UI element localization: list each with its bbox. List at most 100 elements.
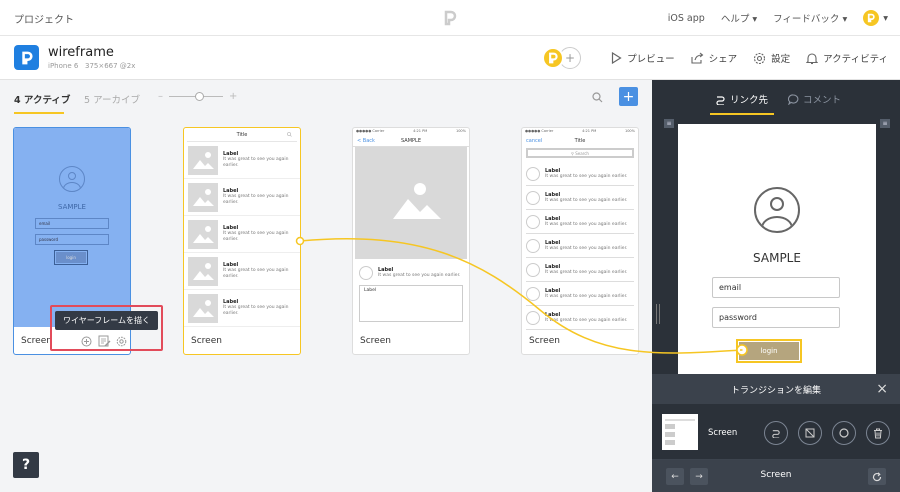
- user-avatar: [863, 10, 880, 26]
- nav-title: Title: [574, 138, 586, 144]
- prott-logo-icon: [443, 10, 457, 26]
- zoom-handle[interactable]: [195, 92, 204, 101]
- list-item: Label It was great to see you again earli…: [184, 253, 300, 290]
- row-text: It was great to see you again earlier.: [223, 305, 289, 316]
- screen-card-4[interactable]: ●●●●● Carrier 4:21 PM 100% cancel Title ⚲ S…: [521, 127, 639, 355]
- top-bar: プロジェクト iOS app ヘルプ ▾ フィードバック ▾ ▾: [0, 0, 900, 36]
- row-text: It was great to see you again earlier.: [545, 293, 628, 299]
- transition-row: Screen: [652, 404, 900, 460]
- zoom-in-button[interactable]: +: [229, 91, 237, 102]
- tab-links[interactable]: リンク先: [715, 92, 768, 106]
- collaborator-avatar[interactable]: [542, 47, 565, 69]
- link-type-button[interactable]: [764, 421, 788, 445]
- image-placeholder-icon: [355, 147, 467, 259]
- menu-icon[interactable]: ≡: [880, 119, 890, 128]
- user-menu[interactable]: ▾: [863, 10, 888, 26]
- search-bar: ⚲ Search: [526, 148, 634, 158]
- transition-title: トランジションを編集: [730, 385, 821, 396]
- screen-thumbnail[interactable]: [662, 414, 698, 450]
- preview-button[interactable]: プレビュー: [611, 51, 675, 65]
- row-text: It was great to see you again earlier.: [545, 269, 628, 275]
- user-menu-caret: ▾: [883, 12, 888, 24]
- password-field: password: [35, 234, 109, 245]
- refresh-icon[interactable]: [868, 468, 886, 485]
- bell-icon: [806, 52, 819, 65]
- device-name: iPhone 6: [48, 62, 79, 70]
- avatar-placeholder-icon: [526, 310, 540, 325]
- menu-icon[interactable]: ≡: [664, 119, 674, 128]
- active-tab-indicator: [14, 112, 64, 114]
- image-placeholder-icon: [188, 219, 218, 249]
- email-field: email: [35, 218, 109, 229]
- settings-label: 設定: [771, 54, 791, 65]
- image-placeholder-icon: [188, 256, 218, 286]
- login-button[interactable]: login: [736, 339, 802, 363]
- row-text: It was great to see you again earlier.: [223, 231, 289, 242]
- sample-text: SAMPLE: [753, 251, 801, 265]
- screen-name[interactable]: Screen: [360, 336, 391, 346]
- share-button[interactable]: シェア: [691, 51, 737, 65]
- zoom-track[interactable]: [169, 92, 223, 101]
- screen-name[interactable]: Screen: [191, 336, 222, 346]
- email-field[interactable]: email: [712, 277, 840, 298]
- tab-comments[interactable]: コメント: [788, 92, 841, 106]
- screen-card-3[interactable]: ●●●●● Carrier 4:21 PM 100% < Back SAMPLE La…: [352, 127, 470, 355]
- activity-button[interactable]: アクティビティ: [806, 51, 888, 65]
- cancel-button: cancel: [526, 138, 543, 144]
- help-button[interactable]: ?: [13, 452, 39, 478]
- tab-active[interactable]: 4 アクティブ: [14, 92, 70, 106]
- image-placeholder-icon: [188, 182, 218, 212]
- project-bar: wireframe iPhone 6 375×667 @2x + プレビュー シ…: [0, 36, 900, 80]
- image-placeholder-icon: [188, 145, 218, 175]
- tooltip: ワイヤーフレームを描く: [55, 311, 159, 330]
- resize-handle[interactable]: [656, 304, 660, 324]
- login-label: login: [739, 342, 799, 360]
- search-placeholder: Search: [575, 150, 589, 156]
- list-item: Label It was great to see you again earli…: [526, 282, 634, 306]
- password-field[interactable]: password: [712, 307, 840, 328]
- avatar-placeholder-icon: [526, 190, 540, 205]
- settings-button[interactable]: 設定: [753, 51, 790, 65]
- row-text: It was great to see you again earlier.: [223, 157, 289, 168]
- avatar-placeholder-icon: [359, 266, 373, 280]
- zoom-out-button[interactable]: –: [158, 91, 163, 102]
- list-item: Label It was great to see you again earli…: [184, 290, 300, 327]
- list-item: Label It was great to see you again earli…: [526, 186, 634, 210]
- active-tab-indicator: [710, 113, 774, 115]
- zoom-slider[interactable]: – +: [158, 91, 237, 102]
- screen-title: Title: [187, 128, 297, 142]
- ios-app-link[interactable]: iOS app: [668, 13, 705, 24]
- play-icon: [611, 52, 622, 64]
- row-text: It was great to see you again earlier.: [545, 197, 628, 203]
- list-item: Label It was great to see you again earli…: [184, 179, 300, 216]
- avatar-placeholder-icon: [59, 166, 85, 192]
- screen-card-2[interactable]: Title Label It was great to see you again…: [183, 127, 301, 355]
- delete-button[interactable]: [866, 421, 890, 445]
- project-name[interactable]: wireframe: [48, 45, 114, 60]
- list-item: Label It was great to see you again earli…: [184, 142, 300, 179]
- help-menu[interactable]: ヘルプ ▾: [721, 11, 757, 25]
- nav-bar: < Back SAMPLE: [353, 135, 469, 147]
- tab-archive[interactable]: 5 アーカイブ: [84, 92, 140, 106]
- share-icon: [691, 52, 704, 64]
- activity-label: アクティビティ: [823, 54, 888, 65]
- device-size: 375×667 @2x: [85, 62, 136, 70]
- image-placeholder-icon: [188, 293, 218, 323]
- preview-label: プレビュー: [627, 54, 675, 65]
- screen-navigator: ← → Screen: [652, 460, 900, 492]
- projects-link[interactable]: プロジェクト: [14, 11, 74, 26]
- app-icon[interactable]: [14, 45, 39, 70]
- row-text: It was great to see you again earlier.: [545, 221, 628, 227]
- screen-name[interactable]: Screen: [21, 336, 52, 346]
- right-panel: リンク先 コメント ≡ ≡ SAMPLE email password logi…: [652, 80, 900, 492]
- status-bar: ●●●●● Carrier 4:21 PM 100%: [522, 128, 638, 135]
- screen-tabs: 4 アクティブ 5 アーカイブ – +: [0, 80, 652, 116]
- close-icon[interactable]: ×: [876, 381, 888, 397]
- transition-type-button[interactable]: [798, 421, 822, 445]
- search-icon[interactable]: [592, 92, 603, 103]
- feedback-menu[interactable]: フィードバック ▾: [773, 11, 847, 25]
- add-screen-button[interactable]: +: [619, 87, 638, 106]
- gesture-button[interactable]: [832, 421, 856, 445]
- list-item: Label It was great to see you again earli…: [184, 216, 300, 253]
- screen-name[interactable]: Screen: [529, 336, 560, 346]
